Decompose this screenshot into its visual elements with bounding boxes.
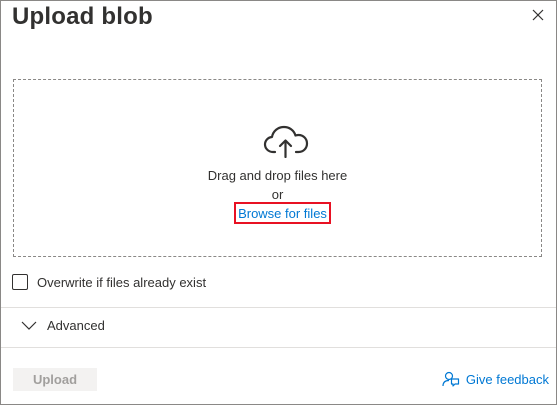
feedback-icon — [442, 370, 460, 388]
give-feedback-link[interactable]: Give feedback — [442, 370, 549, 388]
file-drop-zone[interactable]: Drag and drop files here or Browse for f… — [13, 79, 542, 257]
give-feedback-label: Give feedback — [465, 371, 549, 387]
browse-files-link[interactable]: Browse for files — [234, 202, 331, 224]
chevron-down-icon — [21, 317, 37, 333]
upload-blob-dialog: Upload blob Drag and drop files here or … — [0, 0, 557, 405]
divider — [1, 347, 556, 348]
advanced-toggle[interactable]: Advanced — [21, 317, 105, 333]
or-separator: or — [271, 187, 284, 202]
drag-drop-instructions: Drag and drop files here — [207, 168, 348, 183]
overwrite-checkbox[interactable] — [12, 274, 28, 290]
overwrite-label: Overwrite if files already exist — [37, 274, 207, 290]
divider — [1, 307, 556, 308]
dialog-title: Upload blob — [12, 3, 153, 30]
overwrite-option[interactable]: Overwrite if files already exist — [12, 274, 206, 290]
cloud-upload-icon — [263, 124, 309, 159]
close-icon[interactable] — [529, 6, 547, 24]
advanced-label: Advanced — [47, 317, 105, 333]
upload-button[interactable]: Upload — [13, 368, 97, 391]
